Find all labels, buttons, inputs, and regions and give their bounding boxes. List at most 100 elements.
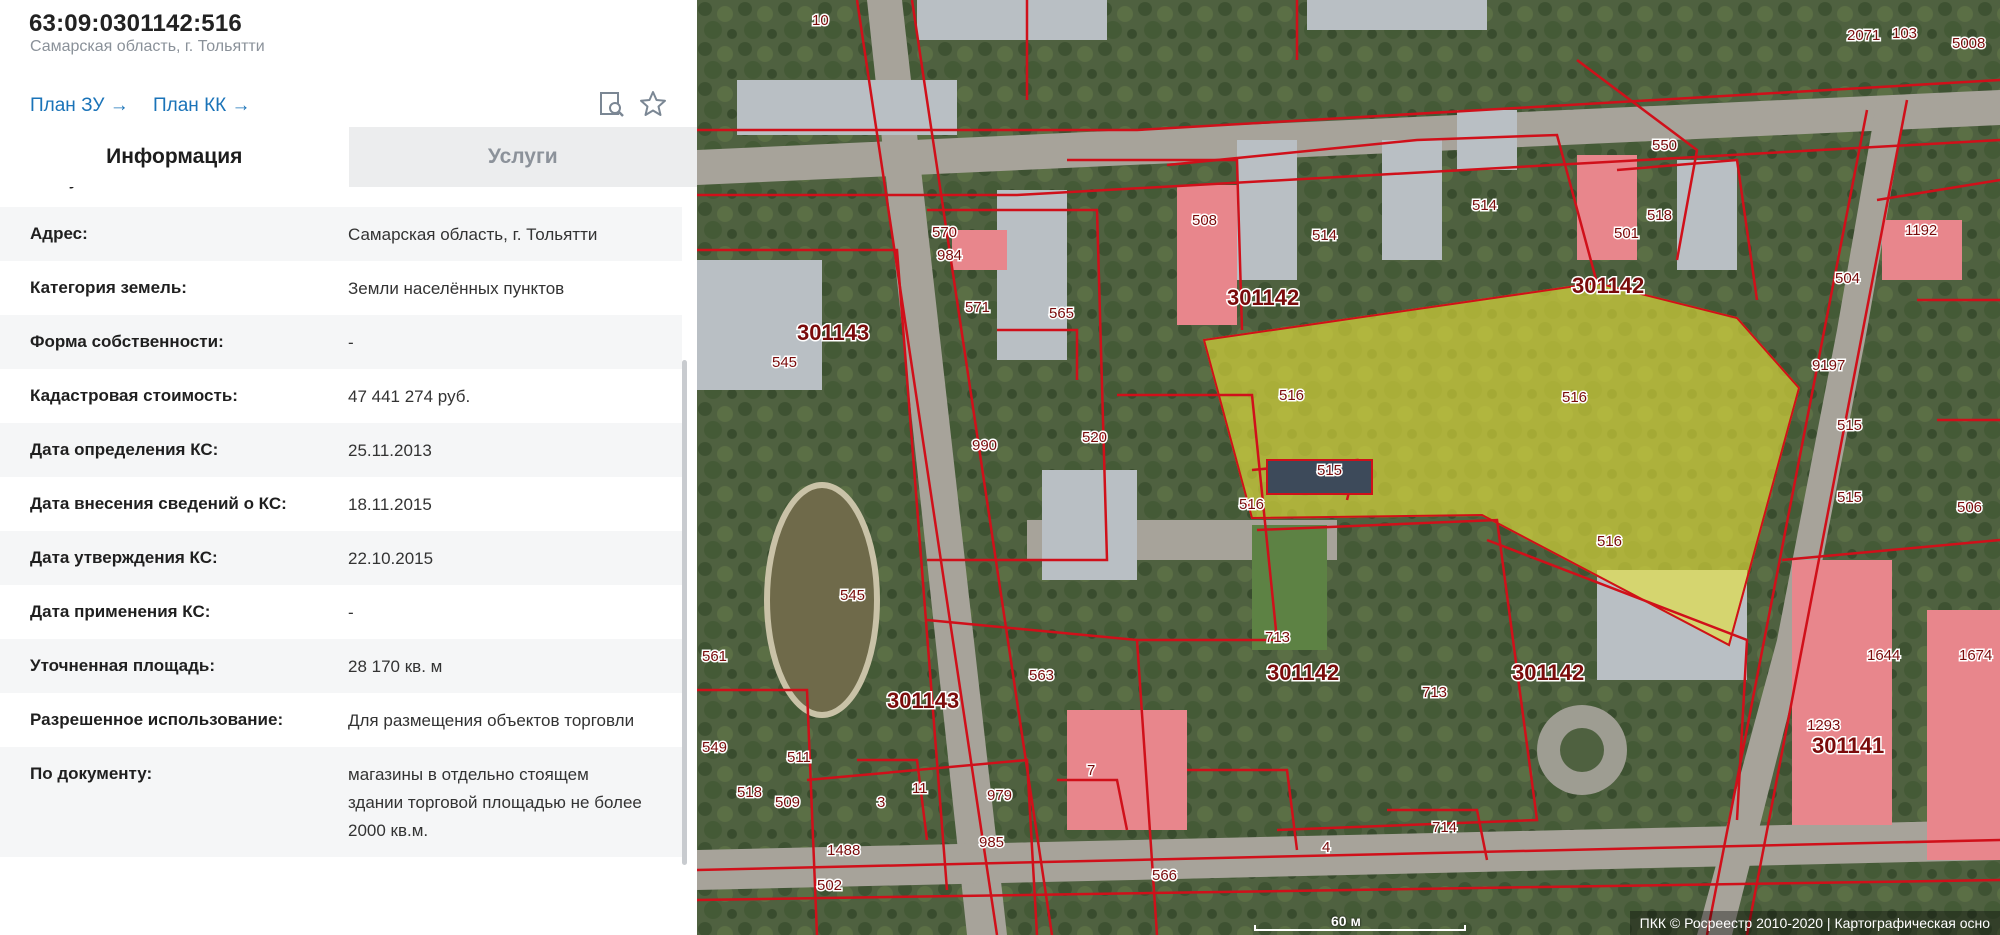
parcel-number: 545 <box>772 354 797 371</box>
row-cadastral-value: Кадастровая стоимость: 47 441 274 руб. <box>0 369 682 423</box>
parcel-number: 985 <box>979 834 1004 851</box>
tab-information[interactable]: Информация <box>0 127 349 187</box>
row-area: Уточненная площадь: 28 170 кв. м <box>0 639 682 693</box>
parcel-number: 514 <box>1472 197 1497 214</box>
row-by-document: По документу: магазины в отдельно стоящем… <box>0 747 682 857</box>
parcel-number: 518 <box>1647 207 1672 224</box>
row-ks-date-determined: Дата определения КС: 25.11.2013 <box>0 423 682 477</box>
map-attribution[interactable]: ПКК © Росреестр 2010-2020 | Картографиче… <box>1629 911 2000 935</box>
parcel-number: 713 <box>1265 629 1290 646</box>
row-value: 18.11.2015 <box>348 495 432 514</box>
row-label: Уточненная площадь: <box>30 656 215 675</box>
parcel-number: 545 <box>840 587 865 604</box>
parcel-number: 511 <box>787 749 811 766</box>
map-scale-label: 60 м <box>1331 913 1361 929</box>
row-label: Дата определения КС: <box>30 440 219 459</box>
parcel-number: 979 <box>987 787 1012 804</box>
row-value: магазины в отдельно стоящем здании торго… <box>348 765 642 840</box>
star-outline-icon[interactable] <box>638 89 668 119</box>
parcel-number: 516 <box>1597 533 1622 550</box>
parcel-number: 563 <box>1029 667 1054 684</box>
info-panel: 63:09:0301142:516 Самарская область, г. … <box>0 0 698 935</box>
row-value: 47 441 274 руб. <box>348 387 471 406</box>
parcel-number: 509 <box>775 794 800 811</box>
parcel-number: 1674 <box>1959 647 1992 664</box>
row-value: 25.11.2013 <box>348 441 432 460</box>
parcel-number: 1192 <box>1905 222 1937 239</box>
row-label: Адрес: <box>30 224 88 243</box>
parcel-number: 11 <box>912 780 928 797</box>
quarter-label: 301141 <box>1812 733 1884 758</box>
quarter-label: 301143 <box>797 320 869 345</box>
panel-tabs: Информация Услуги <box>0 127 697 187</box>
row-label: Дата внесения сведений о КС: <box>30 494 287 513</box>
row-value: 22.10.2015 <box>348 549 434 568</box>
row-land-category: Категория земель: Земли населённых пункто… <box>0 261 682 315</box>
region-subtitle: Самарская область, г. Тольятти <box>30 38 265 55</box>
parcel-number: 502 <box>817 877 842 894</box>
row-value: 28 170 кв. м <box>348 657 443 676</box>
row-label: Статус: <box>0 187 318 207</box>
parcel-number: 518 <box>737 784 762 801</box>
parcel-number: 516 <box>1562 389 1587 406</box>
quarter-label: 301143 <box>887 688 959 713</box>
plan-zu-link[interactable]: План ЗУ → <box>30 95 129 117</box>
quarter-label: 301142 <box>1227 285 1299 310</box>
parcel-number: 516 <box>1279 387 1304 404</box>
parcel-number: 1488 <box>827 842 860 859</box>
parcel-number: 508 <box>1192 212 1217 229</box>
plan-kk-link[interactable]: План КК → <box>153 95 251 117</box>
row-ks-date-approved: Дата утверждения КС: 22.10.2015 <box>0 531 682 585</box>
row-value: Земли населённых пунктов <box>348 279 565 298</box>
parcel-number: 514 <box>1312 227 1337 244</box>
plan-kk-label: План КК <box>153 95 227 116</box>
parcel-number: 7 <box>1087 762 1095 779</box>
parcel-number: 516 <box>1239 496 1264 513</box>
parcel-number: 103 <box>1892 25 1917 42</box>
attribute-list[interactable]: Статус:Учтенный Адрес: Самарская область,… <box>0 187 682 935</box>
parcel-number: 561 <box>702 648 727 665</box>
quarter-label: 301142 <box>1267 660 1339 685</box>
parcel-number: 566 <box>1152 867 1177 884</box>
arrow-right-icon: → <box>231 95 251 116</box>
parcel-number: 571 <box>965 299 990 316</box>
parcel-number: 1293 <box>1807 717 1840 734</box>
parcel-number: 984 <box>937 247 962 264</box>
parcel-number: 515 <box>1837 489 1862 506</box>
parcel-number: 520 <box>1082 429 1107 446</box>
row-label: Разрешенное использование: <box>30 710 284 729</box>
parcel-number: 565 <box>1049 305 1074 322</box>
parcel-number: 713 <box>1422 684 1447 701</box>
quarter-label: 301142 <box>1512 660 1584 685</box>
parcel-number: 1644 <box>1867 647 1900 664</box>
row-label: Дата утверждения КС: <box>30 548 218 567</box>
parcel-number: 3 <box>877 794 885 811</box>
parcel-number: 506 <box>1957 499 1982 516</box>
parcel-number: 549 <box>702 739 727 756</box>
parcel-number: 550 <box>1652 137 1677 154</box>
row-value: Самарская область, г. Тольятти <box>348 225 598 244</box>
row-address: Адрес: Самарская область, г. Тольятти <box>0 207 682 261</box>
cadastral-number: 63:09:0301142:516 <box>29 10 242 37</box>
row-value: Учтенный <box>318 187 682 207</box>
row-label: Дата применения КС: <box>30 602 211 621</box>
row-value: - <box>348 603 354 622</box>
cadastral-map[interactable]: 301143 301142 301142 301142 301142 30114… <box>697 0 2000 935</box>
row-label: По документу: <box>30 764 153 783</box>
row-label: Кадастровая стоимость: <box>30 386 238 405</box>
parcel-number: 990 <box>972 437 997 454</box>
row-label: Категория земель: <box>30 278 187 297</box>
parcel-number: 515 <box>1837 417 1862 434</box>
parcel-number: 10 <box>812 12 829 29</box>
parcel-number: 570 <box>932 224 957 241</box>
search-document-icon[interactable] <box>597 89 627 119</box>
scrollbar[interactable] <box>682 360 687 865</box>
parcel-number: 504 <box>1835 270 1860 287</box>
parcel-labels-layer: 301143 301142 301142 301142 301142 30114… <box>701 11 1994 896</box>
row-status: Статус:Учтенный <box>0 187 682 207</box>
quarter-label: 301142 <box>1572 273 1644 298</box>
row-permitted-use: Разрешенное использование: Для размещения… <box>0 693 682 747</box>
parcel-number: 2071 <box>1847 27 1880 44</box>
tab-services[interactable]: Услуги <box>348 127 697 187</box>
row-label: Форма собственности: <box>30 332 224 351</box>
